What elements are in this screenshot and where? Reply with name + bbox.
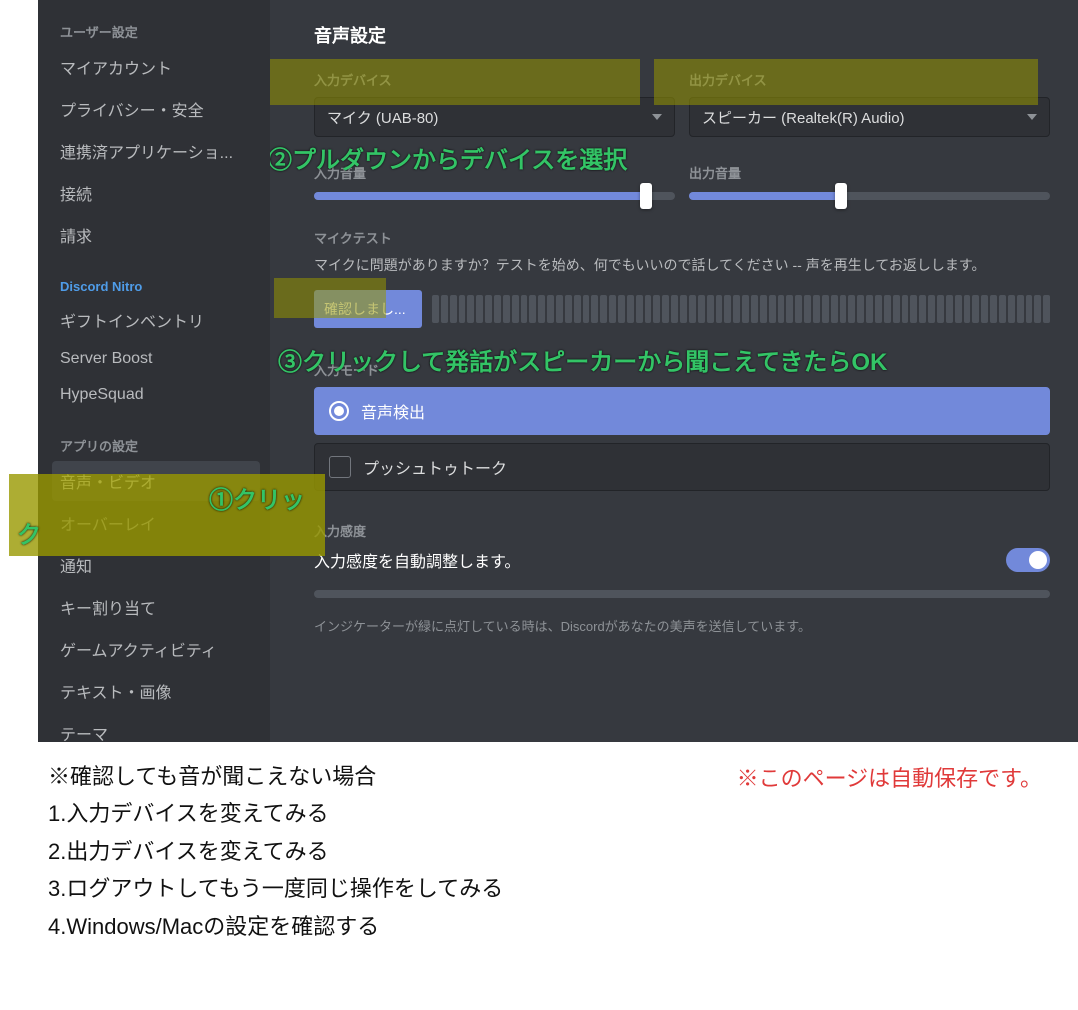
- sidebar-item-notifications[interactable]: 通知: [52, 545, 260, 585]
- input-device-select[interactable]: マイク (UAB-80): [314, 97, 675, 137]
- mic-test-label: マイクテスト: [314, 228, 1050, 247]
- output-device-value: スピーカー (Realtek(R) Audio): [702, 107, 905, 128]
- discord-settings-window: ユーザー設定 マイアカウント プライバシー・安全 連携済アプリケーショ... 接…: [38, 0, 1078, 742]
- sidebar-item-game-activity[interactable]: ゲームアクティビティ: [52, 629, 260, 669]
- sidebar-item-authorized-apps[interactable]: 連携済アプリケーショ...: [52, 131, 260, 171]
- output-volume-slider[interactable]: [689, 192, 1050, 200]
- sidebar-item-voice-video[interactable]: 音声・ビデオ: [52, 461, 260, 501]
- autosave-note: ※このページは自動保存です。: [737, 760, 1042, 797]
- toggle-knob-icon: [1029, 551, 1047, 569]
- mic-test-button[interactable]: 確認しまし...: [314, 290, 422, 328]
- instruction-line: 1.入力デバイスを変えてみる: [48, 795, 1068, 832]
- input-volume-label: 入力音量: [314, 163, 675, 182]
- sensitivity-bar: [314, 590, 1050, 598]
- instruction-line: 3.ログアウトしてもう一度同じ操作をしてみる: [48, 870, 1068, 907]
- page-title: 音声設定: [314, 22, 1050, 48]
- sidebar-item-keybinds[interactable]: キー割り当て: [52, 587, 260, 627]
- input-device-label: 入力デバイス: [314, 70, 675, 89]
- voice-activity-label: 音声検出: [361, 399, 425, 423]
- sensitivity-label: 入力感度: [314, 521, 1050, 540]
- mic-level-meter: [432, 295, 1050, 323]
- instruction-line: 2.出力デバイスを変えてみる: [48, 833, 1068, 870]
- sidebar-item-privacy[interactable]: プライバシー・安全: [52, 89, 260, 129]
- sidebar-item-gift-inventory[interactable]: ギフトインベントリ: [52, 300, 260, 340]
- push-to-talk-label: プッシュトゥトーク: [363, 455, 507, 479]
- input-volume-slider[interactable]: [314, 192, 675, 200]
- instruction-line: 4.Windows/Macの設定を確認する: [48, 908, 1068, 945]
- checkbox-icon: [329, 456, 351, 478]
- sidebar-item-my-account[interactable]: マイアカウント: [52, 47, 260, 87]
- sidebar-header-app: アプリの設定: [52, 432, 260, 461]
- sidebar-item-hypesquad[interactable]: HypeSquad: [52, 378, 260, 412]
- chevron-down-icon: [1027, 114, 1037, 120]
- sidebar-item-text-images[interactable]: テキスト・画像: [52, 671, 260, 711]
- sidebar-item-theme[interactable]: テーマ: [52, 713, 260, 742]
- settings-sidebar: ユーザー設定 マイアカウント プライバシー・安全 連携済アプリケーショ... 接…: [38, 0, 270, 742]
- sidebar-header-user: ユーザー設定: [52, 18, 260, 47]
- output-volume-label: 出力音量: [689, 163, 1050, 182]
- output-device-select[interactable]: スピーカー (Realtek(R) Audio): [689, 97, 1050, 137]
- sidebar-item-billing[interactable]: 請求: [52, 215, 260, 255]
- input-mode-push-to-talk[interactable]: プッシュトゥトーク: [314, 443, 1050, 491]
- input-mode-label: 入力モード: [314, 360, 1050, 379]
- sidebar-header-nitro: Discord Nitro: [52, 275, 260, 300]
- instructions-block: ※このページは自動保存です。 ※確認しても音が聞こえない場合 1.入力デバイスを…: [0, 742, 1078, 975]
- sensitivity-indicator-text: インジケーターが緑に点灯している時は、Discordがあなたの美声を送信していま…: [314, 616, 1050, 635]
- sidebar-item-connections[interactable]: 接続: [52, 173, 260, 213]
- output-device-label: 出力デバイス: [689, 70, 1050, 89]
- sensitivity-auto-toggle[interactable]: [1006, 548, 1050, 572]
- sidebar-item-server-boost[interactable]: Server Boost: [52, 342, 260, 376]
- input-device-value: マイク (UAB-80): [327, 107, 438, 128]
- chevron-down-icon: [652, 114, 662, 120]
- sidebar-item-overlay[interactable]: オーバーレイ: [52, 503, 260, 543]
- input-mode-voice-activity[interactable]: 音声検出: [314, 387, 1050, 435]
- voice-settings-panel: 音声設定 入力デバイス マイク (UAB-80) 出力デバイス スピーカー (R…: [270, 0, 1078, 742]
- radio-icon: [329, 401, 349, 421]
- mic-test-description: マイクに問題がありますか？テストを始め、何でもいいので話してください -- 声を…: [314, 255, 1050, 276]
- sensitivity-auto-text: 入力感度を自動調整します。: [314, 548, 520, 572]
